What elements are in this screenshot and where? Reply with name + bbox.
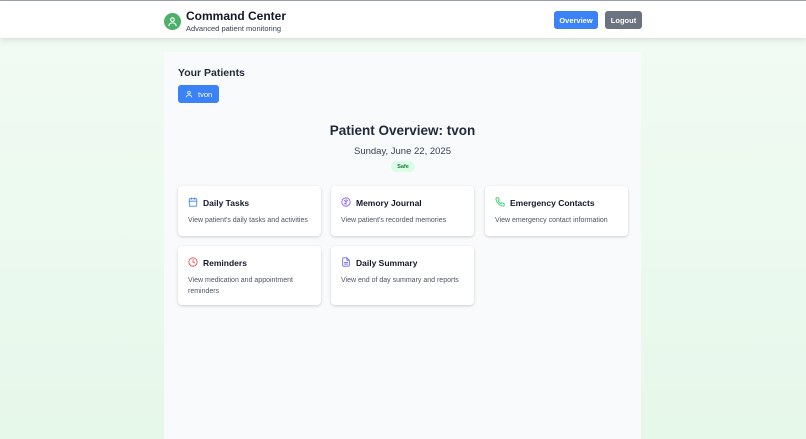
brand: Command Center Advanced patient monitori… — [164, 10, 286, 33]
calendar-icon — [188, 197, 198, 207]
card-description: View emergency contact information — [495, 217, 608, 224]
main-panel: Your Patients tvon Patient Overview: tvo… — [164, 52, 641, 439]
card-title: Daily Tasks — [203, 198, 250, 208]
clock-icon — [188, 257, 198, 267]
app-subtitle: Advanced patient monitoring — [186, 24, 282, 33]
app-title: Command Center — [186, 9, 287, 23]
reminders-card[interactable]: Reminders View medication and appointmen… — [178, 246, 321, 305]
user-icon — [185, 90, 193, 98]
card-title: Daily Summary — [356, 258, 418, 268]
card-description: View patient's daily tasks and activitie… — [188, 217, 308, 224]
logout-button[interactable]: Logout — [605, 11, 642, 29]
patient-button-tvon[interactable]: tvon — [178, 85, 219, 103]
daily-tasks-card[interactable]: Daily Tasks View patient's daily tasks a… — [178, 186, 321, 236]
app-header: Command Center Advanced patient monitori… — [0, 1, 806, 38]
status-badge: Safe — [391, 161, 415, 172]
daily-summary-card[interactable]: Daily Summary View end of day summary an… — [331, 246, 474, 305]
card-title: Memory Journal — [356, 198, 422, 208]
card-description: View medication and appointment reminder… — [188, 277, 293, 295]
overview-button[interactable]: Overview — [554, 11, 598, 29]
page-title: Patient Overview: tvon — [329, 123, 476, 138]
memory-journal-card[interactable]: Memory Journal View patient's recorded m… — [331, 186, 474, 236]
overview-date: Sunday, June 22, 2025 — [353, 146, 451, 157]
emergency-contacts-card[interactable]: Emergency Contacts View emergency contac… — [485, 186, 628, 236]
document-icon — [341, 257, 351, 267]
section-title: Your Patients — [178, 67, 245, 79]
card-description: View end of day summary and reports — [341, 277, 459, 284]
phone-icon — [495, 197, 505, 207]
card-description: View patient's recorded memories — [341, 217, 447, 224]
brain-icon — [341, 197, 351, 207]
card-title: Emergency Contacts — [510, 198, 595, 208]
card-title: Reminders — [203, 258, 247, 268]
user-avatar-icon — [164, 12, 181, 30]
patient-name: tvon — [198, 89, 213, 99]
